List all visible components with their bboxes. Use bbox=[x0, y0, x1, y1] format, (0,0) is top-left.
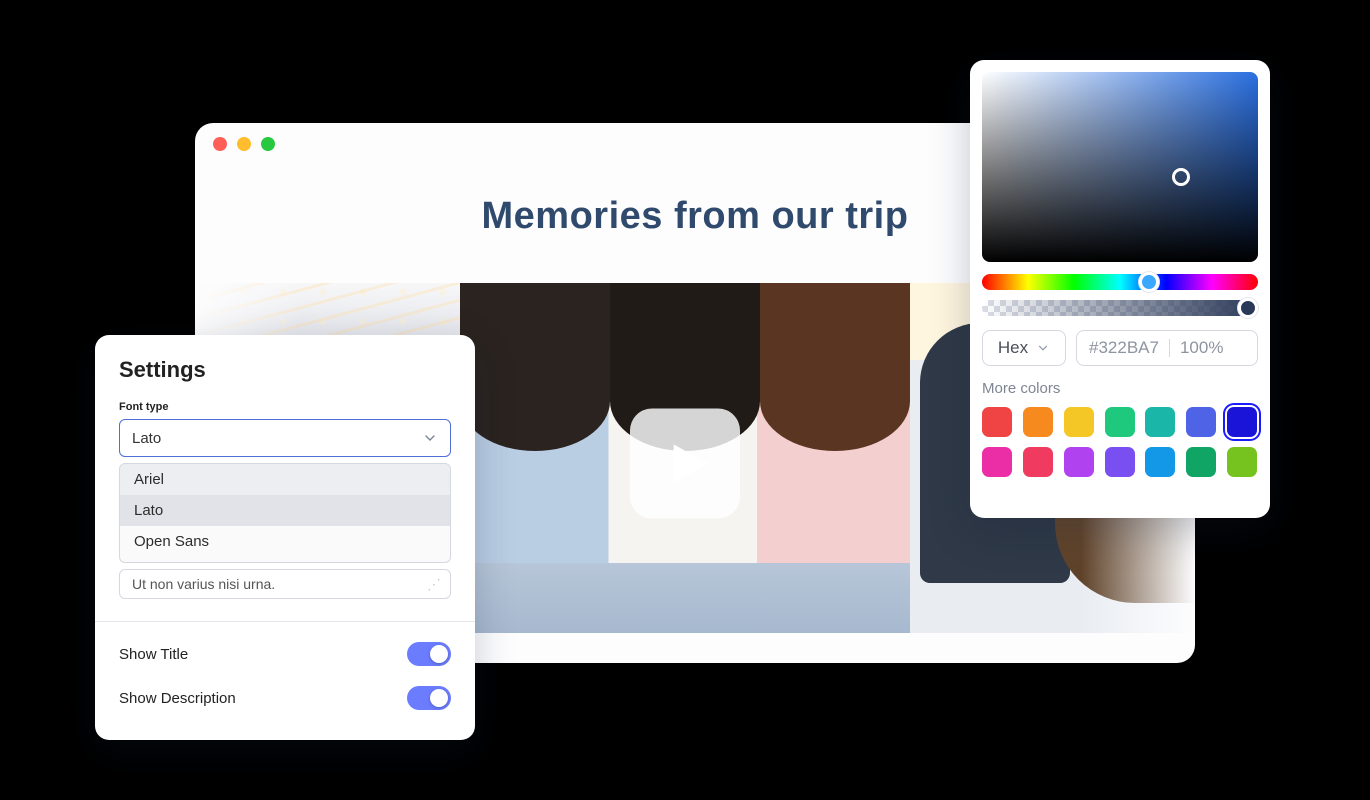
show-title-label: Show Title bbox=[119, 646, 188, 663]
color-swatch[interactable] bbox=[1227, 447, 1257, 477]
chevron-down-icon bbox=[422, 430, 438, 446]
hue-cursor[interactable] bbox=[1139, 272, 1159, 292]
gallery-item[interactable] bbox=[460, 283, 910, 633]
font-option[interactable]: Ariel bbox=[120, 464, 450, 495]
opacity-slider[interactable] bbox=[982, 300, 1258, 316]
play-icon bbox=[666, 441, 712, 487]
color-swatch[interactable] bbox=[1105, 407, 1135, 437]
color-picker-panel: Hex #322BA7 100% More colors bbox=[970, 60, 1270, 518]
color-swatch[interactable] bbox=[1105, 447, 1135, 477]
color-swatch[interactable] bbox=[982, 447, 1012, 477]
font-option[interactable]: Open Sans bbox=[120, 526, 450, 557]
divider bbox=[1169, 339, 1170, 357]
color-swatch[interactable] bbox=[1227, 407, 1257, 437]
color-swatch[interactable] bbox=[1064, 407, 1094, 437]
hex-value: #322BA7 bbox=[1089, 338, 1159, 358]
font-option[interactable]: David bbox=[120, 557, 450, 563]
color-swatch[interactable] bbox=[982, 407, 1012, 437]
window-zoom-dot[interactable] bbox=[261, 137, 275, 151]
color-swatch[interactable] bbox=[1023, 447, 1053, 477]
textarea-value: Ut non varius nisi urna. bbox=[132, 576, 275, 592]
color-swatch[interactable] bbox=[1145, 407, 1175, 437]
font-type-label: Font type bbox=[119, 401, 451, 413]
color-swatches bbox=[982, 407, 1258, 477]
window-minimize-dot[interactable] bbox=[237, 137, 251, 151]
opacity-value: 100% bbox=[1180, 338, 1223, 358]
play-button[interactable] bbox=[630, 409, 740, 519]
opacity-cursor[interactable] bbox=[1238, 298, 1258, 318]
show-title-toggle[interactable] bbox=[407, 642, 451, 666]
more-colors-label: More colors bbox=[982, 380, 1258, 397]
show-description-toggle[interactable] bbox=[407, 686, 451, 710]
divider bbox=[95, 621, 475, 622]
font-option[interactable]: Lato bbox=[120, 495, 450, 526]
settings-heading: Settings bbox=[119, 357, 451, 383]
font-type-select[interactable]: Lato bbox=[119, 419, 451, 457]
saturation-brightness-field[interactable] bbox=[982, 72, 1258, 262]
hue-slider[interactable] bbox=[982, 274, 1258, 290]
hex-input[interactable]: #322BA7 100% bbox=[1076, 330, 1258, 366]
color-swatch[interactable] bbox=[1186, 447, 1216, 477]
font-type-dropdown: Ariel Lato Open Sans David bbox=[119, 463, 451, 563]
color-swatch[interactable] bbox=[1064, 447, 1094, 477]
color-format-value: Hex bbox=[998, 338, 1028, 358]
font-type-value: Lato bbox=[132, 430, 161, 447]
color-swatch[interactable] bbox=[1186, 407, 1216, 437]
chevron-down-icon bbox=[1036, 341, 1050, 355]
show-description-label: Show Description bbox=[119, 690, 236, 707]
color-cursor[interactable] bbox=[1172, 168, 1190, 186]
color-format-select[interactable]: Hex bbox=[982, 330, 1066, 366]
color-swatch[interactable] bbox=[1023, 407, 1053, 437]
resize-handle-icon[interactable]: ⋰ bbox=[427, 576, 438, 593]
settings-panel: Settings Font type Lato Ariel Lato Open … bbox=[95, 335, 475, 740]
window-close-dot[interactable] bbox=[213, 137, 227, 151]
color-swatch[interactable] bbox=[1145, 447, 1175, 477]
description-textarea[interactable]: Ut non varius nisi urna. ⋰ bbox=[119, 569, 451, 599]
